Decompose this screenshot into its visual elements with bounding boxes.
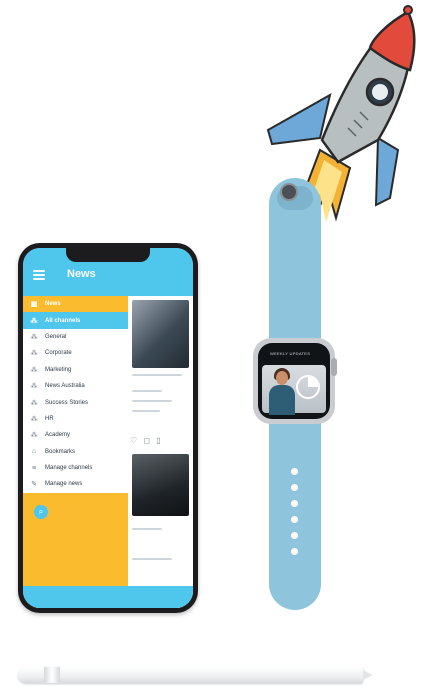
menu-item-label: Bookmarks (45, 448, 76, 455)
band-pin (280, 183, 298, 201)
menu-item-label: HR (45, 415, 54, 422)
pencil-tip (363, 670, 373, 680)
menu-item-academy[interactable]: ⁂ Academy (23, 427, 128, 443)
menu-item-all-channels[interactable]: ⁂ All channels (23, 312, 128, 329)
search-icon: ⌕ (38, 507, 44, 516)
menu-icon[interactable] (33, 270, 45, 280)
menu-item-news-australia[interactable]: ⁂ News Australia (23, 378, 128, 394)
bottom-bar (23, 586, 193, 608)
news-photo[interactable] (132, 300, 189, 368)
band-hole (291, 500, 298, 507)
channel-icon: ⁂ (30, 366, 38, 374)
menu-item-marketing[interactable]: ⁂ Marketing (23, 362, 128, 378)
text-line (132, 528, 162, 530)
news-photo[interactable] (132, 454, 189, 516)
channel-icon: ⁂ (30, 383, 38, 391)
text-line (132, 390, 162, 392)
watch-crown[interactable] (331, 358, 337, 376)
menu-item-corporate[interactable]: ⁂ Corporate (23, 345, 128, 361)
news-feed: ♡ ◻ ▯ (128, 296, 193, 608)
menu-item-label: Manage news (45, 481, 83, 488)
band-hole (291, 516, 298, 523)
pencil-icon: ✎ (31, 481, 37, 489)
watch-title: WEEKLY UPDATES (270, 351, 311, 356)
menu-item-news[interactable]: ▦ News (23, 296, 128, 313)
menu-item-label: News (45, 301, 61, 308)
menu-item-label: Corporate (45, 350, 72, 357)
phone: ♡ ◻ ▯ News ▦ News ⁂ All channels ⁂ Gener… (18, 243, 198, 613)
headline-line (132, 374, 182, 376)
menu-item-label: Marketing (45, 366, 72, 373)
channel-icon: ⁂ (30, 350, 38, 358)
menu-item-general[interactable]: ⁂ General (23, 329, 128, 345)
person-body (269, 385, 295, 415)
text-line (132, 400, 172, 402)
channel-icon: ⁂ (30, 415, 38, 423)
watch-photo (262, 365, 326, 415)
band-hole (291, 548, 298, 555)
search-button[interactable]: ⌕ (34, 505, 48, 519)
watch-band-top (269, 178, 321, 346)
pie-chart-icon (296, 375, 320, 399)
band-hole (291, 532, 298, 539)
channels-icon: ⁂ (30, 317, 38, 325)
person-head (276, 371, 288, 385)
grid-icon: ▦ (30, 301, 38, 309)
menu-item-label: General (45, 333, 67, 340)
tag-icon: ⌂ (31, 448, 37, 456)
text-line (132, 558, 172, 560)
app-title: News (67, 268, 96, 280)
drawer-menu: ▦ News ⁂ All channels ⁂ General ⁂ Corpor… (23, 296, 128, 493)
pencil-band (44, 667, 60, 683)
post-actions[interactable]: ♡ ◻ ▯ (130, 436, 163, 445)
phone-screen: ♡ ◻ ▯ News ▦ News ⁂ All channels ⁂ Gener… (23, 248, 193, 608)
menu-item-manage-news[interactable]: ✎ Manage news (23, 476, 128, 492)
menu-item-label: Manage channels (45, 465, 93, 472)
menu-item-label: All channels (45, 317, 81, 324)
text-line (132, 410, 160, 412)
navigation-drawer: ▦ News ⁂ All channels ⁂ General ⁂ Corpor… (23, 296, 128, 608)
menu-item-bookmarks[interactable]: ⌂ Bookmarks (23, 444, 128, 460)
phone-notch (66, 248, 150, 262)
channel-icon: ⁂ (30, 333, 38, 341)
menu-item-label: News Australia (45, 383, 85, 390)
menu-item-label: Academy (45, 432, 71, 439)
list-icon: ≡ (31, 464, 37, 472)
menu-item-success-stories[interactable]: ⁂ Success Stories (23, 394, 128, 410)
band-hole (291, 484, 298, 491)
watch-band-bottom (269, 418, 321, 610)
watch-screen[interactable]: WEEKLY UPDATES (258, 343, 330, 419)
menu-item-manage-channels[interactable]: ≡ Manage channels (23, 460, 128, 476)
band-hole (291, 468, 298, 475)
channel-icon: ⁂ (30, 399, 38, 407)
menu-item-label: Success Stories (45, 399, 89, 406)
stylus-pencil (18, 667, 363, 683)
channel-icon: ⁂ (30, 432, 38, 440)
menu-item-hr[interactable]: ⁂ HR (23, 411, 128, 427)
